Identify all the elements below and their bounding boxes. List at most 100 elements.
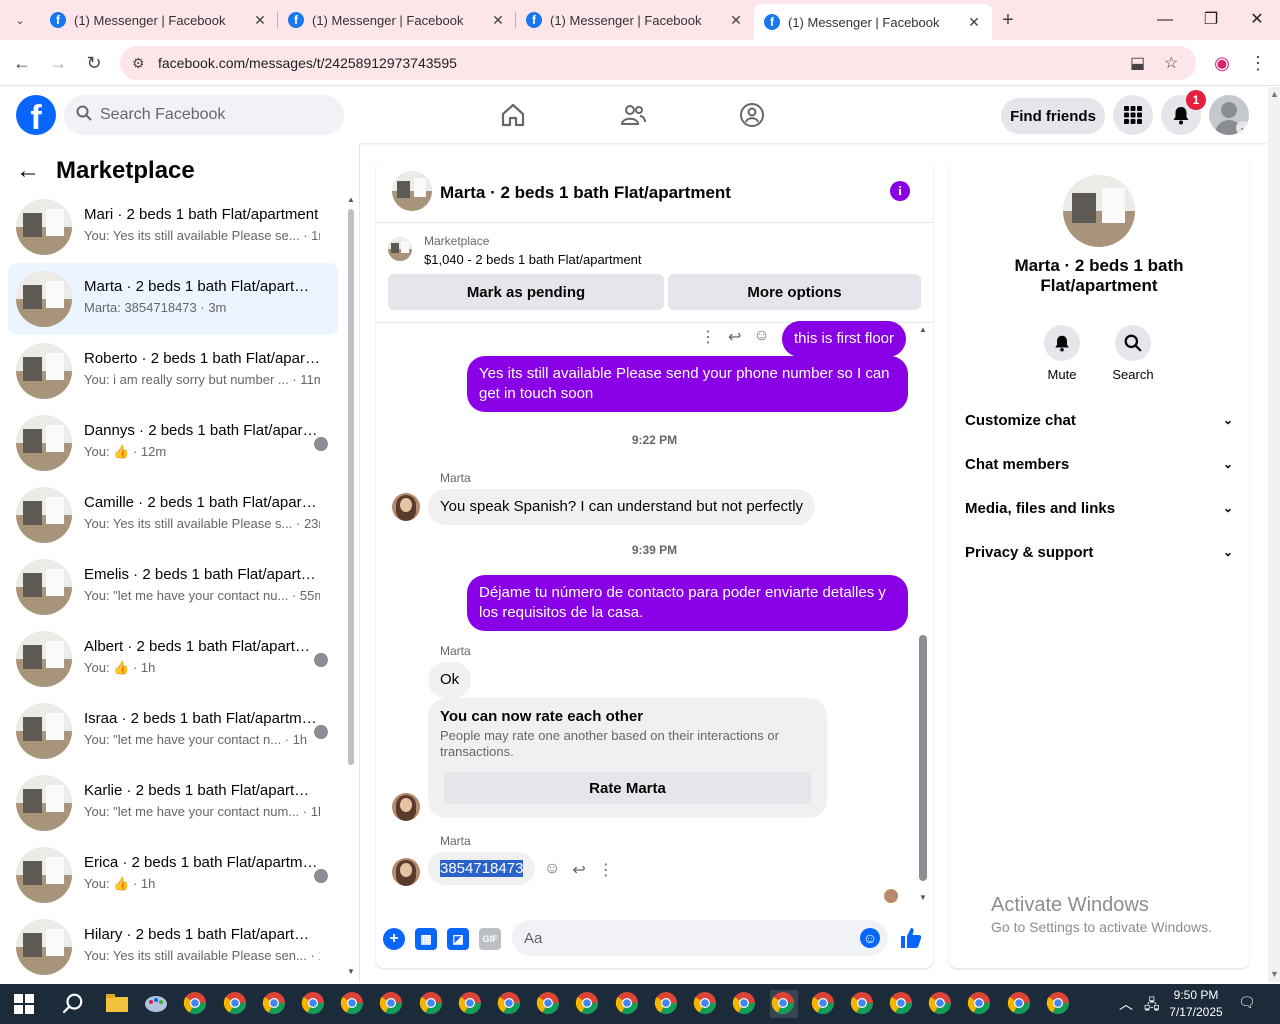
browser-tab-4-active[interactable]: f (1) Messenger | Facebook ✕ — [754, 4, 992, 40]
conversation-item[interactable]: Mari · 2 beds 1 bath Flat/apartment You: … — [8, 191, 338, 263]
chrome-browser-icon[interactable] — [300, 990, 328, 1018]
like-thumbs-up-icon[interactable] — [899, 926, 923, 953]
message-input[interactable] — [524, 929, 844, 947]
customize-chat-section[interactable]: Customize chat ⌄ — [965, 398, 1233, 442]
scroll-down-arrow-icon[interactable]: ▼ — [1270, 969, 1279, 979]
incoming-message[interactable]: Ok — [428, 662, 472, 698]
taskbar-search-icon[interactable] — [62, 992, 84, 1020]
close-tab-icon[interactable]: ✕ — [966, 14, 982, 31]
privacy-support-section[interactable]: Privacy & support ⌄ — [965, 530, 1233, 574]
more-options-button[interactable]: More options — [668, 274, 921, 310]
chrome-browser-icon[interactable] — [927, 990, 955, 1018]
account-avatar[interactable]: ⌄ — [1209, 95, 1249, 135]
chrome-browser-icon[interactable] — [849, 990, 877, 1018]
file-explorer-icon[interactable] — [104, 990, 132, 1018]
listing-thumbnail[interactable] — [388, 237, 412, 261]
network-icon[interactable]: 🖧 — [1144, 994, 1160, 1018]
chrome-browser-icon[interactable] — [770, 990, 799, 1018]
address-bar[interactable]: ⚙ facebook.com/messages/t/24258912973743… — [120, 46, 1196, 80]
browser-menu-icon[interactable]: ⋮ — [1246, 51, 1270, 75]
chrome-browser-icon[interactable] — [1006, 990, 1034, 1018]
conversation-item[interactable]: Emelis · 2 beds 1 bath Flat/apartment You… — [8, 551, 338, 623]
chrome-browser-icon[interactable] — [457, 990, 485, 1018]
conversation-item[interactable]: Camille · 2 beds 1 bath Flat/apartment Yo… — [8, 479, 338, 551]
media-files-links-section[interactable]: Media, files and links ⌄ — [965, 486, 1233, 530]
scroll-up-arrow-icon[interactable]: ▲ — [347, 195, 355, 204]
reload-icon[interactable]: ↻ — [82, 51, 106, 75]
chrome-browser-icon[interactable] — [418, 990, 446, 1018]
close-tab-icon[interactable]: ✕ — [728, 12, 744, 29]
chrome-browser-icon[interactable] — [614, 990, 642, 1018]
browser-tab-3[interactable]: f (1) Messenger | Facebook ✕ — [516, 0, 754, 40]
gif-icon[interactable]: GIF — [479, 928, 501, 950]
more-actions-plus-icon[interactable]: + — [383, 928, 405, 950]
conversation-list-scrollbar[interactable]: ▲ ▼ — [346, 195, 356, 976]
outgoing-message[interactable]: Déjame tu número de contacto para poder … — [467, 575, 908, 631]
listing-photo[interactable] — [1063, 175, 1135, 247]
scrollbar-thumb[interactable] — [348, 209, 354, 765]
react-smiley-icon[interactable]: ☺ — [753, 327, 769, 347]
chat-members-section[interactable]: Chat members ⌄ — [965, 442, 1233, 486]
minimize-window-button[interactable]: — — [1142, 0, 1188, 40]
conversation-item[interactable]: Hilary · 2 beds 1 bath Flat/apartment You… — [8, 911, 338, 983]
conversation-item[interactable]: Marta · 2 beds 1 bath Flat/apartment Mart… — [8, 263, 338, 335]
reply-icon[interactable]: ↩ — [728, 327, 741, 347]
mark-as-pending-button[interactable]: Mark as pending — [388, 274, 664, 310]
listing-title[interactable]: $1,040 - 2 beds 1 bath Flat/apartment — [424, 252, 642, 267]
more-options-icon[interactable]: ⋮ — [700, 327, 716, 347]
close-tab-icon[interactable]: ✕ — [252, 12, 268, 29]
find-friends-button[interactable]: Find friends — [1001, 98, 1105, 134]
site-settings-icon[interactable]: ⚙ — [132, 55, 152, 72]
chrome-browser-icon[interactable] — [261, 990, 289, 1018]
conversation-item[interactable]: Israa · 2 beds 1 bath Flat/apartment You:… — [8, 695, 338, 767]
scroll-up-arrow-icon[interactable]: ▲ — [1270, 89, 1279, 99]
facebook-search[interactable] — [64, 95, 344, 135]
notification-center-icon[interactable]: 🗨 — [1238, 994, 1256, 1011]
paint-app-icon[interactable] — [143, 990, 171, 1018]
chrome-browser-icon[interactable] — [731, 990, 759, 1018]
conversation-item[interactable]: Erica · 2 beds 1 bath Flat/apartment You:… — [8, 839, 338, 911]
sender-avatar[interactable] — [392, 793, 420, 821]
scrollbar-thumb[interactable] — [919, 635, 927, 881]
back-arrow-icon[interactable]: ← — [10, 51, 34, 75]
message-thread-scrollbar[interactable]: ▲ ▼ — [917, 323, 929, 903]
install-app-icon[interactable]: ⬓ — [1130, 53, 1145, 73]
listing-thumbnail[interactable] — [392, 171, 432, 211]
conversation-info-icon[interactable]: i — [890, 181, 910, 201]
react-smiley-icon[interactable]: ☺ — [544, 860, 560, 880]
url-text[interactable]: facebook.com/messages/t/2425891297374359… — [158, 55, 457, 71]
incoming-message-phone[interactable]: 3854718473 — [428, 852, 536, 885]
forward-arrow-icon[interactable]: → — [46, 51, 70, 75]
conversation-item[interactable]: Albert · 2 beds 1 bath Flat/apartment You… — [8, 623, 338, 695]
search-in-conversation-action[interactable]: Search — [1103, 325, 1163, 382]
conversation-item[interactable]: Karlie · 2 beds 1 bath Flat/apartment You… — [8, 767, 338, 839]
friends-icon[interactable] — [619, 101, 647, 129]
sender-avatar[interactable] — [392, 493, 420, 521]
scroll-down-arrow-icon[interactable]: ▼ — [347, 967, 355, 976]
page-scrollbar[interactable]: ▲ ▼ — [1268, 87, 1280, 982]
conversation-item[interactable]: Dannys · 2 beds 1 bath Flat/apartment You… — [8, 407, 338, 479]
chrome-browser-icon[interactable] — [574, 990, 602, 1018]
search-input[interactable] — [100, 106, 320, 124]
selected-phone-number[interactable]: 3854718473 — [440, 860, 524, 877]
tab-search-chevron-icon[interactable]: ⌄ — [8, 8, 32, 32]
search-icon[interactable] — [1115, 325, 1151, 361]
reply-icon[interactable]: ↩ — [572, 860, 585, 880]
chrome-browser-icon[interactable] — [1045, 990, 1073, 1018]
chrome-browser-icon[interactable] — [182, 990, 210, 1018]
message-input-box[interactable]: ☺ — [512, 920, 888, 956]
chrome-browser-icon[interactable] — [378, 990, 406, 1018]
chrome-browser-icon[interactable] — [810, 990, 838, 1018]
chrome-browser-icon[interactable] — [692, 990, 720, 1018]
chat-title[interactable]: Marta · 2 beds 1 bath Flat/apartment — [440, 183, 731, 203]
sticker-icon[interactable]: ◪ — [447, 928, 469, 950]
close-tab-icon[interactable]: ✕ — [490, 12, 506, 29]
chrome-browser-icon[interactable] — [888, 990, 916, 1018]
chrome-browser-icon[interactable] — [966, 990, 994, 1018]
outgoing-message[interactable]: this is first floor — [782, 321, 907, 357]
chrome-browser-icon[interactable] — [535, 990, 563, 1018]
sender-avatar[interactable] — [392, 858, 420, 886]
back-arrow-icon[interactable]: ← — [16, 157, 40, 185]
browser-tab-1[interactable]: f (1) Messenger | Facebook ✕ — [40, 0, 278, 40]
outgoing-message[interactable]: Yes its still available Please send your… — [467, 356, 908, 412]
